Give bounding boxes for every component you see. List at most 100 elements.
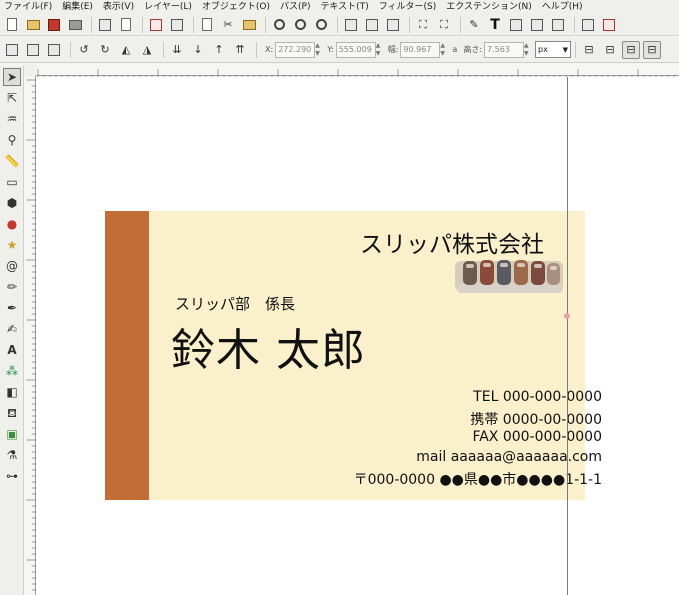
text-tool[interactable]: A	[3, 341, 21, 359]
menu-file[interactable]: ファイル(F)	[4, 0, 52, 14]
paint-bucket-tool[interactable]: ⛾	[3, 404, 21, 422]
import-button[interactable]	[96, 16, 114, 34]
x-field[interactable]: 272.290	[275, 41, 316, 58]
fill-stroke-button[interactable]: ✎	[465, 16, 483, 34]
3d-box-tool[interactable]: ⬢	[3, 194, 21, 212]
scale-corners-toggle[interactable]: ⊟	[601, 41, 619, 59]
ellipse-tool[interactable]: ●	[3, 215, 21, 233]
card-accent-bar[interactable]	[105, 211, 149, 500]
mobile-line[interactable]: 携帯 0000-00-0000	[470, 409, 602, 429]
select-all-layers-button[interactable]	[24, 41, 42, 59]
menu-object[interactable]: オブジェクト(O)	[202, 0, 270, 14]
vertical-ruler[interactable]	[24, 76, 36, 595]
width-field[interactable]: 90.967	[400, 41, 441, 58]
selection-handle[interactable]	[564, 313, 570, 319]
move-patterns-toggle[interactable]: ⊟	[643, 40, 662, 59]
spiral-tool[interactable]: @	[3, 257, 21, 275]
y-spinner[interactable]: ▲ ▼	[376, 42, 382, 58]
unit-select[interactable]: px ▼	[535, 41, 572, 58]
node-editor-tool[interactable]: ⇱	[3, 89, 21, 107]
menu-help[interactable]: ヘルプ(H)	[542, 0, 583, 14]
new-document-button[interactable]	[3, 16, 21, 34]
print-button[interactable]	[66, 16, 84, 34]
zoom-tool[interactable]: ⚲	[3, 131, 21, 149]
calligraphy-tool[interactable]: ✍	[3, 320, 21, 338]
clone-button[interactable]	[363, 16, 381, 34]
unlink-clone-button[interactable]	[384, 16, 402, 34]
height-field[interactable]: 7.563	[484, 41, 525, 58]
connector-tool[interactable]: ⊶	[3, 467, 21, 485]
export-button[interactable]	[117, 16, 135, 34]
menu-text[interactable]: テキスト(T)	[320, 0, 368, 14]
zoom-page-button[interactable]	[312, 16, 330, 34]
redo-button[interactable]	[168, 16, 186, 34]
business-card[interactable]: スリッパ株式会社 スリッパ部 係長 鈴木 太郎 TEL 000-000-0000…	[105, 211, 602, 500]
selector-tool[interactable]: ➤	[3, 68, 21, 86]
person-name[interactable]: 鈴木 太郎	[171, 314, 366, 378]
xml-editor-button[interactable]	[507, 16, 525, 34]
rotate-ccw-button[interactable]: ↺	[75, 41, 93, 59]
flip-vertical-icon: ◮	[142, 42, 152, 56]
measure-tool[interactable]: 📏	[3, 152, 21, 170]
company-name[interactable]: スリッパ株式会社	[360, 225, 568, 259]
drawing-canvas[interactable]: スリッパ株式会社 スリッパ部 係長 鈴木 太郎 TEL 000-000-0000…	[36, 77, 679, 595]
menu-layer[interactable]: レイヤー(L)	[144, 0, 192, 14]
undo-button[interactable]	[147, 16, 165, 34]
lock-ratio-toggle[interactable]: a	[452, 45, 457, 54]
duplicate-button[interactable]	[342, 16, 360, 34]
select-all-button[interactable]	[3, 41, 21, 59]
spray-tool[interactable]: ⁂	[3, 362, 21, 380]
text-font-button[interactable]: T	[486, 16, 504, 34]
fax-line[interactable]: FAX 000-000-0000	[472, 429, 602, 445]
paste-button[interactable]	[240, 16, 258, 34]
address-line[interactable]: 〒000-0000 ●●県●●市●●●●1-1-1	[354, 469, 602, 489]
deselect-button[interactable]	[45, 41, 63, 59]
pen-tool[interactable]: ✒	[3, 299, 21, 317]
cut-button[interactable]: ✂	[219, 16, 237, 34]
tel-line[interactable]: TEL 000-000-0000	[473, 389, 602, 405]
scale-stroke-toggle[interactable]: ⊟	[580, 41, 598, 59]
raise-top-button[interactable]: ⇈	[231, 41, 249, 59]
gradient-tool[interactable]: ▣	[3, 425, 21, 443]
flip-vertical-button[interactable]: ◮	[138, 41, 156, 59]
zoom-selection-button[interactable]	[270, 16, 288, 34]
menu-extensions[interactable]: エクステンション(N)	[446, 0, 532, 14]
lower-icon: ↓	[193, 42, 203, 56]
rectangle-tool[interactable]: ▭	[3, 173, 21, 191]
zoom-drawing-button[interactable]	[291, 16, 309, 34]
department-title[interactable]: スリッパ部 係長	[175, 293, 295, 314]
lower-button[interactable]: ↓	[189, 41, 207, 59]
3d-box-icon: ⬢	[6, 196, 18, 210]
align-distribute-button[interactable]	[528, 16, 546, 34]
y-field[interactable]: 555.009	[335, 41, 376, 58]
width-spinner[interactable]: ▲ ▼	[440, 42, 446, 58]
transform-button[interactable]	[549, 16, 567, 34]
flip-horizontal-button[interactable]: ◭	[117, 41, 135, 59]
ungroup-button[interactable]: ⛶	[435, 16, 453, 34]
star-tool[interactable]: ★	[3, 236, 21, 254]
preferences-button[interactable]	[579, 16, 597, 34]
pencil-tool[interactable]: ✏	[3, 278, 21, 296]
dropper-tool[interactable]: ⚗	[3, 446, 21, 464]
menu-view[interactable]: 表示(V)	[103, 0, 134, 14]
eraser-tool[interactable]: ◧	[3, 383, 21, 401]
rotate-cw-button[interactable]: ↻	[96, 41, 114, 59]
document-properties-button[interactable]	[600, 16, 618, 34]
menu-path[interactable]: パス(P)	[280, 0, 310, 14]
lower-bottom-button[interactable]: ⇊	[168, 41, 186, 59]
height-spinner[interactable]: ▲ ▼	[524, 42, 530, 58]
open-button[interactable]	[24, 16, 42, 34]
slipper-rack-image[interactable]	[453, 255, 565, 297]
x-spinner[interactable]: ▲ ▼	[315, 42, 321, 58]
save-button[interactable]	[45, 16, 63, 34]
raise-button[interactable]: ↑	[210, 41, 228, 59]
mail-line[interactable]: mail aaaaaa@aaaaaa.com	[416, 449, 602, 465]
menu-filters[interactable]: フィルター(S)	[379, 0, 437, 14]
move-gradients-icon: ⊟	[626, 42, 636, 56]
tweak-tool[interactable]: ♒	[3, 110, 21, 128]
move-gradients-toggle[interactable]: ⊟	[622, 40, 641, 59]
copy-button[interactable]	[198, 16, 216, 34]
horizontal-ruler[interactable]	[36, 64, 679, 79]
group-button[interactable]: ⛶	[414, 16, 432, 34]
menu-edit[interactable]: 編集(E)	[62, 0, 93, 14]
